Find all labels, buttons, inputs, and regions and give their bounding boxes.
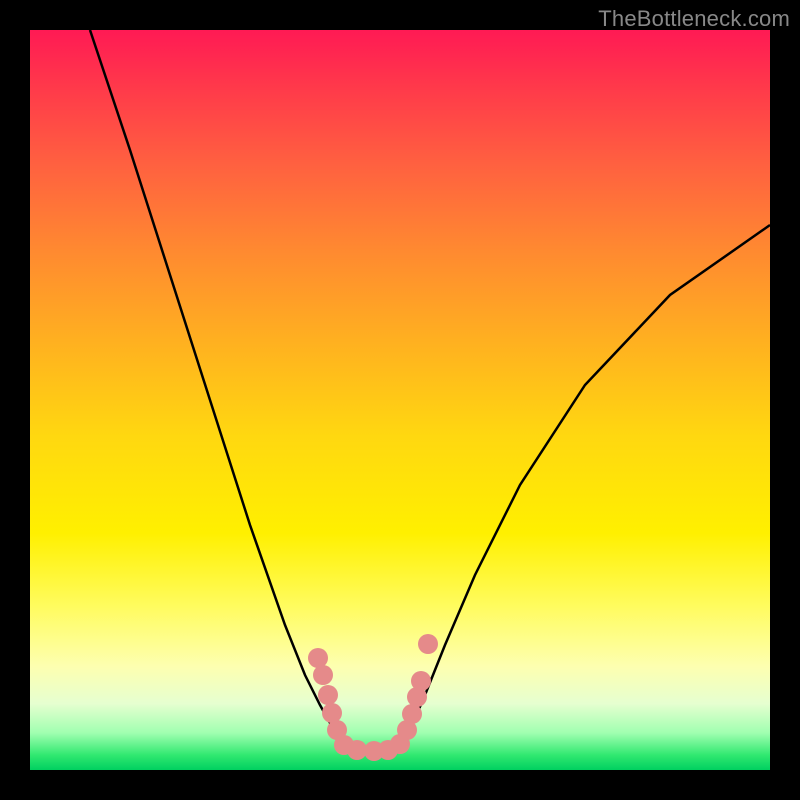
chart-svg	[30, 30, 770, 770]
marker-layer	[308, 634, 438, 761]
data-point	[308, 648, 328, 668]
plot-area	[30, 30, 770, 770]
watermark-text: TheBottleneck.com	[598, 6, 790, 32]
data-point	[313, 665, 333, 685]
data-point	[402, 704, 422, 724]
data-point	[411, 671, 431, 691]
data-point	[347, 740, 367, 760]
data-point	[318, 685, 338, 705]
data-point	[418, 634, 438, 654]
curve-left	[90, 30, 360, 750]
data-point	[322, 703, 342, 723]
curve-right	[400, 225, 770, 750]
